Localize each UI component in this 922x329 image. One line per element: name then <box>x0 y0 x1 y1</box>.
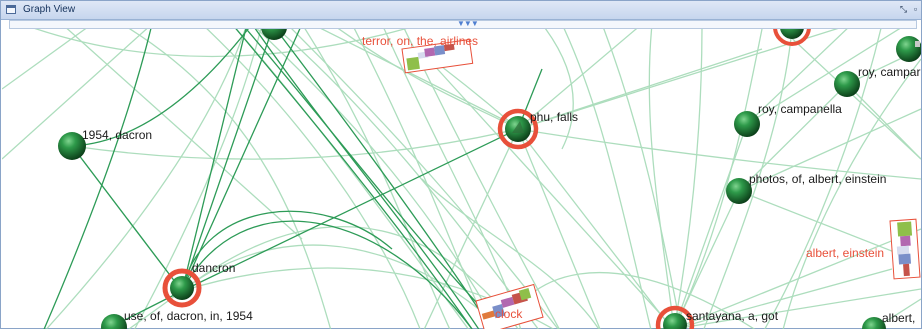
node-label: photos, of, albert, einstein <box>749 172 886 186</box>
node-roy-campanella-2[interactable]: roy, campar <box>834 36 921 97</box>
node-label: terror, on, the, airlines <box>362 34 478 48</box>
node-label: use, of, dacron, in, 1954 <box>124 309 253 323</box>
node-use-dacron[interactable]: use, of, dacron, in, 1954 <box>101 309 253 329</box>
node-terror[interactable]: terror, on, the, airlines <box>362 34 478 74</box>
node-albert-right[interactable]: albert, <box>862 311 915 329</box>
graph-svg[interactable]: terror, on, the, airlines roy, campar 19… <box>2 29 921 329</box>
node-label: phu, falls <box>530 110 578 124</box>
node-santayana[interactable]: santayana, a, got <box>655 305 779 329</box>
window-title: Graph View <box>23 4 76 15</box>
panel-icon <box>6 5 16 14</box>
node-label: roy, campar <box>858 65 920 79</box>
node-roy-campanella[interactable]: roy, campanella <box>734 102 842 137</box>
node-label: clock <box>495 307 523 321</box>
node-label: santayana, a, got <box>686 309 779 323</box>
node-1954-dacron[interactable]: 1954, dacron <box>58 128 152 160</box>
node-label: 1954, dacron <box>82 128 152 142</box>
node-label: dancron <box>192 261 235 275</box>
node-label: albert, <box>882 311 915 325</box>
scroll-marker[interactable] <box>915 41 920 47</box>
node-photos-einstein[interactable]: photos, of, albert, einstein <box>726 172 886 204</box>
title-bar: Graph View ⤡ ▫ <box>1 1 921 20</box>
node-label: roy, campanella <box>758 102 842 116</box>
node-label: albert, einstein <box>806 246 884 260</box>
graph-canvas[interactable]: terror, on, the, airlines roy, campar 19… <box>2 29 921 329</box>
node-top-right[interactable] <box>773 29 811 46</box>
maximize-icon[interactable]: ▫ <box>911 4 920 15</box>
node-albert-einstein[interactable]: albert, einstein <box>806 218 921 280</box>
node-dancron[interactable]: dancron <box>162 261 235 308</box>
expand-arrows-icon[interactable]: ▼▼▼ <box>457 19 479 28</box>
graph-view-window: Graph View ⤡ ▫ ▼▼▼ terror, on, the, airl… <box>0 0 922 329</box>
restore-icon[interactable]: ⤡ <box>899 4 908 15</box>
collapse-toolbar-strip[interactable]: ▼▼▼ <box>9 19 917 29</box>
